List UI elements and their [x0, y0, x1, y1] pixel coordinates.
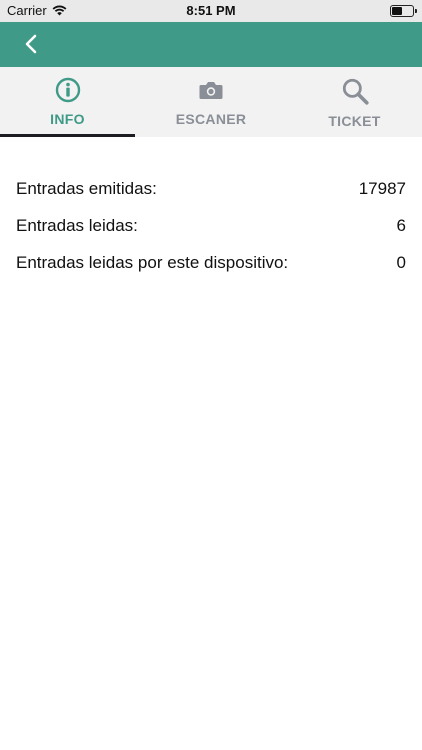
tab-escaner[interactable]: ESCANER — [135, 67, 287, 137]
stat-value: 0 — [396, 252, 406, 272]
active-tab-indicator — [0, 134, 135, 137]
tab-escaner-label: ESCANER — [175, 111, 247, 127]
search-icon — [342, 78, 369, 105]
battery-fill — [392, 7, 402, 15]
stat-row-emitidas: Entradas emitidas: 17987 — [0, 170, 422, 207]
tab-info[interactable]: INFO — [0, 67, 135, 137]
status-time: 8:51 PM — [186, 3, 236, 18]
nav-bar — [0, 22, 422, 67]
stat-label: Entradas leidas por este dispositivo: — [16, 252, 289, 272]
status-bar: Carrier 8:51 PM — [0, 0, 422, 22]
stat-label: Entradas leidas: — [16, 215, 138, 235]
stat-row-dispositivo: Entradas leidas por este dispositivo: 0 — [0, 244, 422, 281]
tab-bar: INFO ESCANER TICKET — [0, 67, 422, 137]
camera-icon — [199, 82, 223, 99]
stats-list: Entradas emitidas: 17987 Entradas leidas… — [0, 170, 422, 281]
stat-label: Entradas emitidas: — [16, 178, 157, 198]
back-chevron-icon[interactable] — [18, 30, 46, 58]
tab-ticket[interactable]: TICKET — [287, 67, 422, 137]
tab-info-label: INFO — [50, 111, 85, 127]
info-icon — [55, 77, 80, 103]
stat-value: 17987 — [358, 178, 406, 198]
stat-value: 6 — [396, 215, 406, 235]
tab-ticket-label: TICKET — [328, 113, 381, 129]
battery-icon — [390, 5, 417, 17]
stat-row-leidas: Entradas leidas: 6 — [0, 207, 422, 244]
